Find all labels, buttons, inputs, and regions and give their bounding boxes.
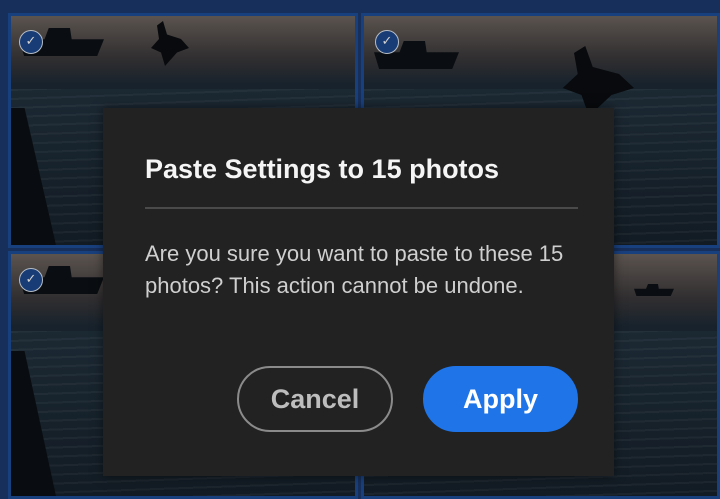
dialog-title: Paste Settings to 15 photos: [145, 154, 500, 184]
apply-button[interactable]: Apply: [423, 366, 578, 432]
dialog-divider: [145, 207, 578, 209]
cancel-button[interactable]: Cancel: [237, 366, 393, 432]
paste-settings-dialog: Paste Settings to 15 photos Are you sure…: [103, 108, 614, 476]
dialog-message: Are you sure you want to paste to these …: [145, 241, 564, 298]
